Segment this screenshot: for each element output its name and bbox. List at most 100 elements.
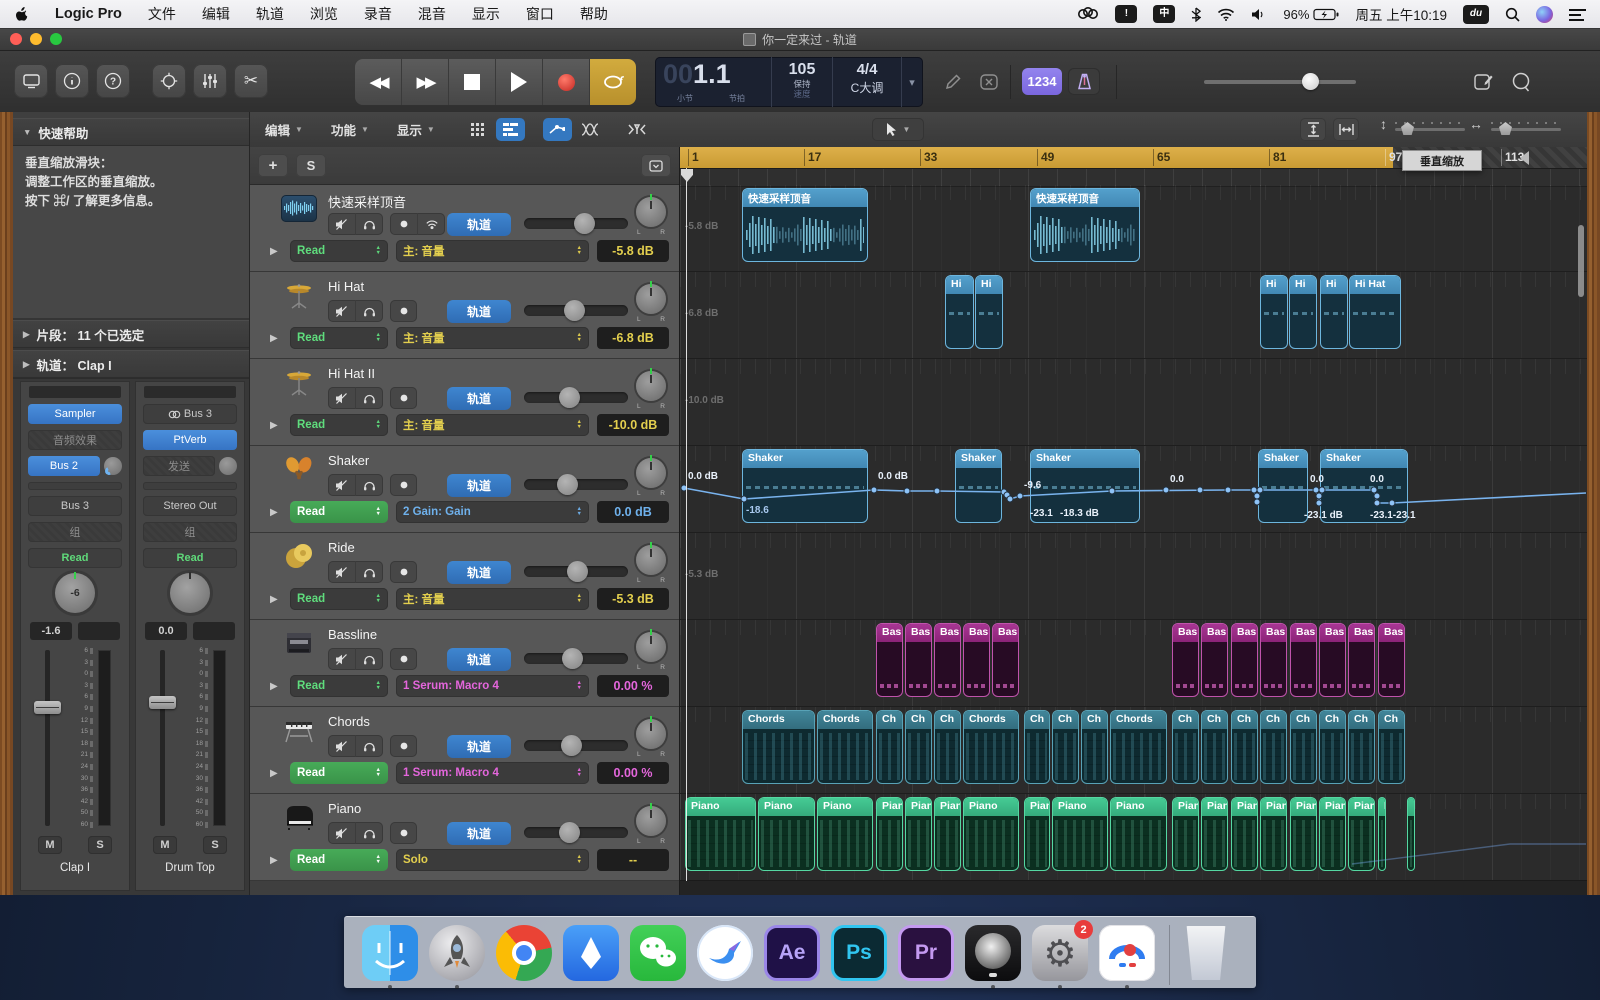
close-window-button[interactable]: [10, 33, 22, 45]
record-enable-button[interactable]: [390, 648, 417, 670]
region-Bas[interactable]: Bas: [1260, 623, 1287, 697]
menu-item-录音[interactable]: 录音: [364, 4, 392, 24]
track-header-4[interactable]: Shaker轨道LR▶Read▲▼2 Gain: Gain▲▼0.0 dB: [250, 446, 679, 533]
slot-音频效果[interactable]: 音频效果: [28, 430, 122, 450]
automation-view-icon[interactable]: [543, 118, 572, 141]
region-Ch[interactable]: Ch: [1260, 710, 1287, 784]
title-bar[interactable]: 你一定来过 - 轨道: [0, 28, 1600, 51]
track-on-button[interactable]: 轨道: [447, 387, 511, 410]
region-Hi[interactable]: Hi: [1320, 275, 1348, 349]
region-Bas[interactable]: Bas: [992, 623, 1019, 697]
pan-knob[interactable]: LR: [634, 284, 668, 326]
menu-item-窗口[interactable]: 窗口: [526, 4, 554, 24]
slot-PtVerb[interactable]: PtVerb: [143, 430, 237, 450]
menu-clock[interactable]: 周五 上午10:19: [1355, 4, 1447, 24]
slot-Sampler[interactable]: Sampler: [28, 404, 122, 424]
disclosure-triangle-icon[interactable]: ▶: [270, 420, 282, 431]
arrange-row-8[interactable]: PianoPianoPianoPianPianPianPianoPianPian…: [680, 794, 1587, 881]
eq-display-stub[interactable]: [29, 386, 121, 398]
solo-button[interactable]: [356, 822, 383, 844]
region-Ch[interactable]: Ch: [1319, 710, 1346, 784]
region-Chords[interactable]: Chords: [963, 710, 1019, 784]
vertical-zoom-thumb[interactable]: [1401, 122, 1414, 135]
spotlight-search-icon[interactable]: [1505, 4, 1520, 24]
wifi-icon[interactable]: [1217, 4, 1235, 24]
dock-wechat-icon[interactable]: [630, 925, 686, 981]
pan-knob[interactable]: LR: [634, 197, 668, 239]
dock-after-effects-icon[interactable]: Ae: [764, 925, 820, 981]
volume-slider-knob[interactable]: [1302, 73, 1319, 90]
stop-button[interactable]: [449, 59, 496, 105]
mute-button[interactable]: [328, 735, 356, 757]
pan-knob[interactable]: LR: [634, 371, 668, 413]
solo-button[interactable]: [356, 300, 383, 322]
menu-item-显示[interactable]: 显示: [472, 4, 500, 24]
automation-parameter-select[interactable]: 主: 音量▲▼: [396, 588, 589, 610]
slot-Stereo Out[interactable]: Stereo Out: [143, 496, 237, 516]
track-on-button[interactable]: 轨道: [447, 561, 511, 584]
solo-button[interactable]: [356, 648, 383, 670]
empty-plugin-slot[interactable]: [28, 482, 122, 490]
record-button[interactable]: [543, 59, 590, 105]
record-enable-button[interactable]: [390, 735, 417, 757]
track-header-6[interactable]: Bassline轨道LR▶Read▲▼1 Serum: Macro 4▲▼0.0…: [250, 620, 679, 707]
master-volume-slider[interactable]: [1204, 80, 1356, 84]
battery-status[interactable]: 96%: [1283, 4, 1339, 24]
automation-mode-select[interactable]: Read▲▼: [290, 501, 388, 523]
disclosure-triangle-icon[interactable]: ▶: [270, 333, 282, 344]
region-Bas[interactable]: Bas: [1290, 623, 1317, 697]
track-volume-slider[interactable]: [524, 827, 628, 838]
lcd-key-signature[interactable]: 4/4 C大调: [833, 57, 902, 107]
strip-mute-button[interactable]: M: [153, 836, 177, 854]
disclosure-triangle-icon[interactable]: ▶: [270, 246, 282, 257]
region-Chords[interactable]: Chords: [817, 710, 873, 784]
arrange-row-2[interactable]: -6.8 dBHiHiHiHiHiHi Hat: [680, 272, 1587, 359]
alert-status-icon[interactable]: !: [1115, 5, 1137, 23]
record-enable-button[interactable]: [390, 561, 417, 583]
menu-item-文件[interactable]: 文件: [148, 4, 176, 24]
workspace-menu-编辑[interactable]: 编辑▼: [265, 120, 303, 139]
volume-slider-knob[interactable]: [567, 561, 588, 582]
mute-button[interactable]: [328, 300, 356, 322]
add-track-button[interactable]: +: [258, 154, 288, 177]
record-enable-button[interactable]: [390, 474, 417, 496]
region-Bas[interactable]: Bas: [905, 623, 932, 697]
input-method-icon[interactable]: 中: [1153, 5, 1175, 23]
record-enable-button[interactable]: [390, 387, 417, 409]
slot-组[interactable]: 组: [143, 522, 237, 542]
menu-item-帮助[interactable]: 帮助: [580, 4, 608, 24]
automation-mode-select[interactable]: Read▲▼: [290, 240, 388, 262]
region-Ch[interactable]: Ch: [1081, 710, 1108, 784]
send-knob[interactable]: [219, 457, 237, 475]
region-Bas[interactable]: Bas: [876, 623, 903, 697]
flex-view-icon[interactable]: [576, 118, 605, 141]
slot-Read[interactable]: Read: [28, 548, 122, 568]
volume-slider-knob[interactable]: [562, 648, 583, 669]
input-monitor-button[interactable]: [418, 213, 445, 235]
workspace-menu-功能[interactable]: 功能▼: [331, 120, 369, 139]
slot-Read[interactable]: Read: [143, 548, 237, 568]
region-Chords[interactable]: Chords: [742, 710, 815, 784]
region-Bas[interactable]: Bas: [1231, 623, 1258, 697]
pan-knob[interactable]: LR: [634, 806, 668, 848]
track-header-options-button[interactable]: [641, 154, 671, 177]
menu-item-编辑[interactable]: 编辑: [202, 4, 230, 24]
strip-solo-button[interactable]: S: [88, 836, 112, 854]
record-enable-button[interactable]: [390, 213, 418, 235]
automation-mode-select[interactable]: Read▲▼: [290, 762, 388, 784]
slot-Bus 3[interactable]: Bus 3: [28, 496, 122, 516]
cycle-button[interactable]: [590, 59, 636, 105]
arrange-row-4[interactable]: ShakerShakerShakerShakerShaker0.0 dB-18.…: [680, 446, 1587, 533]
metronome-button[interactable]: [1068, 68, 1100, 95]
track-volume-slider[interactable]: [524, 218, 628, 229]
track-header-3[interactable]: Hi Hat II轨道LR▶Read▲▼主: 音量▲▼-10.0 dB: [250, 359, 679, 446]
eq-display-stub[interactable]: [144, 386, 236, 398]
du-status-badge[interactable]: du: [1463, 5, 1489, 24]
menu-app-name[interactable]: Logic Pro: [55, 6, 122, 22]
mute-button[interactable]: [328, 822, 356, 844]
menu-item-混音[interactable]: 混音: [418, 4, 446, 24]
arrange-row-3[interactable]: -10.0 dB: [680, 359, 1587, 446]
track-volume-slider[interactable]: [524, 479, 628, 490]
track-volume-slider[interactable]: [524, 740, 628, 751]
slot-组[interactable]: 组: [28, 522, 122, 542]
